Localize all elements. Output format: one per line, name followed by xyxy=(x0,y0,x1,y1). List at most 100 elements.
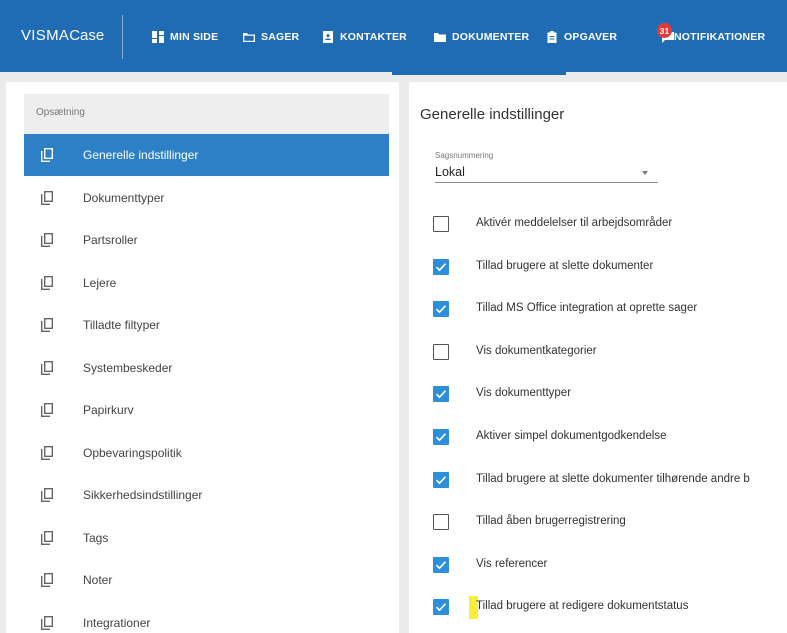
panel-title: Generelle indstillinger xyxy=(420,106,565,123)
setting-checkbox[interactable] xyxy=(433,556,449,573)
setting-option: Aktiver simpel dokumentgodkendelse xyxy=(433,427,787,447)
setting-label: Tillad brugere at redigere dokumentstatu… xyxy=(476,600,689,613)
setting-checkbox[interactable] xyxy=(433,216,449,232)
checkmark-icon xyxy=(435,305,447,314)
setting-checkbox[interactable] xyxy=(433,429,449,445)
nav-label: KONTAKTER xyxy=(340,31,407,43)
setting-option: Tillad åben brugerregistrering xyxy=(433,512,787,532)
nav-kontakter[interactable]: KONTAKTER xyxy=(322,29,407,45)
brand-divider xyxy=(122,15,123,59)
sidebar-item-label: Opbevaringspolitik xyxy=(83,445,182,460)
sidebar-item[interactable]: Partsroller xyxy=(24,219,389,261)
sidebar-item[interactable]: Opbevaringspolitik xyxy=(24,432,389,474)
sidebar-item-label: Sikkerhedsindstillinger xyxy=(83,488,203,502)
checkmark-icon xyxy=(435,262,447,271)
sidebar-item-label: Dokumenttyper xyxy=(83,190,165,205)
sidebar-item[interactable]: Integrationer xyxy=(24,602,389,633)
checkmark-icon xyxy=(435,475,447,484)
copy-icon xyxy=(40,615,54,630)
clipboard-icon xyxy=(547,31,557,43)
setting-label: Tillad brugere at slette dokumenter tilh… xyxy=(476,472,750,485)
sidebar-item-label: Generelle indstillinger xyxy=(83,148,199,162)
numbering-select[interactable]: Lokal xyxy=(435,165,658,183)
setting-checkbox[interactable] xyxy=(433,258,449,275)
checkmark-icon xyxy=(435,603,447,612)
top-navigation-bar: VISMA Case MIN SIDE SAGER KONTAKTER DOKUM… xyxy=(0,0,787,72)
checkmark-icon xyxy=(435,390,447,399)
sidebar-item-label: Papirkurv xyxy=(83,403,134,417)
visma-case-logo[interactable]: VISMA Case xyxy=(21,27,104,47)
brand-part1: VISMA xyxy=(21,27,70,44)
copy-icon xyxy=(40,530,54,545)
nav-dokumenter[interactable]: DOKUMENTER xyxy=(434,29,529,45)
copy-icon xyxy=(40,445,54,460)
copy-icon xyxy=(40,318,54,332)
nav-label: SAGER xyxy=(261,31,300,43)
setting-label: Tillad åben brugerregistrering xyxy=(476,515,626,528)
copy-icon xyxy=(40,573,54,587)
sidebar-item[interactable]: Dokumenttyper xyxy=(24,177,389,219)
checkmark-icon xyxy=(435,433,447,442)
copy-icon xyxy=(40,488,54,502)
nav-label: DOKUMENTER xyxy=(452,31,530,43)
notification-badge: 31 xyxy=(657,23,672,38)
nav-sager[interactable]: SAGER xyxy=(243,29,299,45)
nav-label: NOTIFIKATIONER xyxy=(674,31,766,43)
nav-opgaver[interactable]: OPGAVER xyxy=(546,29,617,45)
chat-bell-icon: 31 xyxy=(657,23,674,43)
setting-option: Aktivér meddelelser til arbejdsområder xyxy=(433,214,787,234)
setting-label: Aktiver simpel dokumentgodkendelse xyxy=(476,430,667,442)
numbering-label: Sagsnummering xyxy=(435,151,494,160)
checkmark-icon xyxy=(435,560,447,570)
settings-sidebar: Opsætning Generelle indstillinger Dokumen… xyxy=(6,82,399,633)
nav-min-side[interactable]: MIN SIDE xyxy=(152,29,218,45)
setting-checkbox[interactable] xyxy=(433,386,449,403)
contact-card-icon xyxy=(323,31,333,43)
sidebar-header: Opsætning xyxy=(24,94,389,134)
copy-icon xyxy=(40,360,54,375)
brand-part2: Case xyxy=(69,27,105,44)
sidebar-item-label: Tags xyxy=(83,530,109,545)
copy-icon xyxy=(40,148,54,162)
settings-panel: Generelle indstillinger Sagsnummering Lo… xyxy=(409,82,787,633)
setting-option: Tillad brugere at slette dokumenter tilh… xyxy=(433,470,787,490)
nav-label: OPGAVER xyxy=(564,31,618,43)
sidebar-item-label: Systembeskeder xyxy=(83,360,173,375)
sidebar-item[interactable]: Generelle indstillinger xyxy=(24,134,389,176)
sidebar-item[interactable]: Lejere xyxy=(24,262,389,304)
copy-icon xyxy=(40,190,54,205)
setting-label: Vis referencer xyxy=(476,557,548,570)
copy-icon xyxy=(40,233,54,247)
sidebar-item-label: Tilladte filtyper xyxy=(83,318,160,332)
setting-checkbox[interactable] xyxy=(433,301,449,318)
sidebar-item[interactable]: Noter xyxy=(24,559,389,601)
dashboard-icon xyxy=(152,31,164,43)
sidebar-item[interactable]: Sikkerhedsindstillinger xyxy=(24,474,389,516)
sidebar-item-label: Noter xyxy=(83,573,113,587)
setting-label: Aktivér meddelelser til arbejdsområder xyxy=(476,217,673,229)
sidebar-item[interactable]: Papirkurv xyxy=(24,389,389,431)
setting-option: Tillad brugere at redigere dokumentstatu… xyxy=(433,597,787,617)
sidebar-item[interactable]: Systembeskeder xyxy=(24,347,389,389)
setting-checkbox[interactable] xyxy=(433,343,449,360)
sidebar-item-label: Integrationer xyxy=(83,615,151,630)
sidebar-item[interactable]: Tags xyxy=(24,517,389,559)
setting-label: Vis dokumentkategorier xyxy=(476,344,597,357)
dropdown-arrow-icon xyxy=(642,171,648,175)
setting-option: Tillad MS Office integration at oprette … xyxy=(433,299,787,319)
nav-label: MIN SIDE xyxy=(170,31,219,43)
setting-option: Vis dokumentkategorier xyxy=(433,342,787,362)
setting-checkbox[interactable] xyxy=(433,471,449,488)
setting-option: Tillad brugere at slette dokumenter xyxy=(433,257,787,277)
copy-icon xyxy=(40,403,54,417)
nav-notifikationer[interactable]: 31 NOTIFIKATIONER xyxy=(657,23,766,45)
setting-label: Vis dokumenttyper xyxy=(476,387,572,400)
sidebar-item[interactable]: Tilladte filtyper xyxy=(24,304,389,346)
setting-checkbox[interactable] xyxy=(433,514,449,531)
setting-option: Vis dokumenttyper xyxy=(433,384,787,404)
folder-icon xyxy=(243,33,255,42)
active-tab-indicator xyxy=(392,72,566,75)
setting-checkbox[interactable] xyxy=(433,599,449,616)
setting-label: Tillad brugere at slette dokumenter xyxy=(476,259,654,272)
numbering-value: Lokal xyxy=(435,165,465,179)
